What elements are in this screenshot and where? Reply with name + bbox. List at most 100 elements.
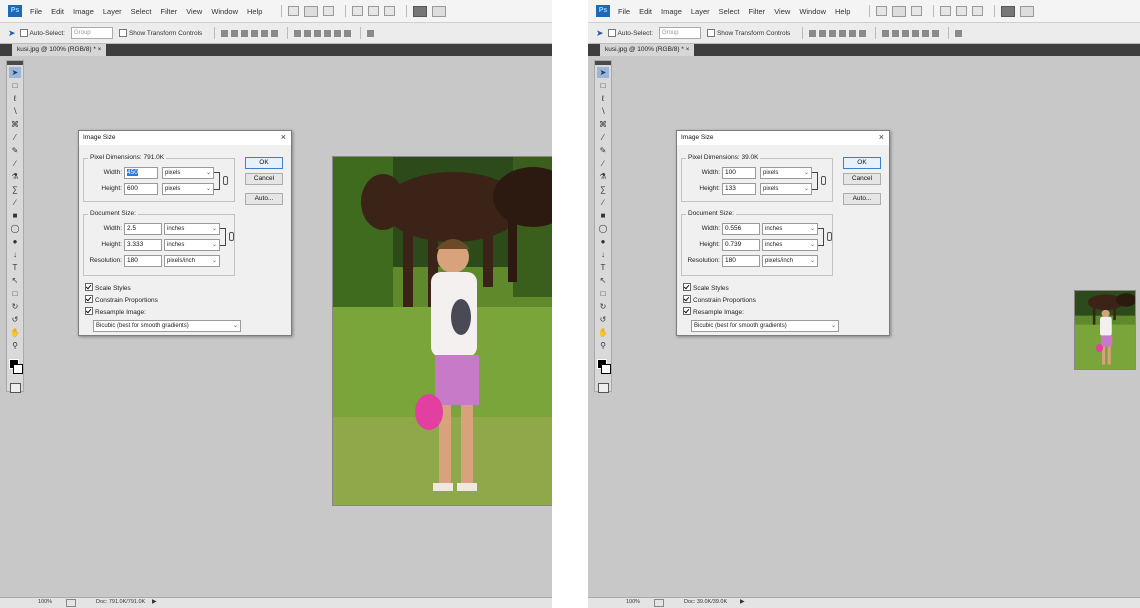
- menu-edit[interactable]: Edit: [639, 7, 652, 16]
- screen-mode-icon[interactable]: [1020, 5, 1035, 17]
- image-canvas[interactable]: [332, 156, 552, 506]
- status-icon[interactable]: [66, 599, 76, 607]
- quick-selection-tool-icon[interactable]: ∖: [9, 106, 21, 117]
- align-hcenter-icon[interactable]: [261, 29, 269, 37]
- zoom-level-icon[interactable]: [911, 6, 923, 16]
- checkbox-checked[interactable]: [683, 307, 691, 315]
- gradient-tool-icon[interactable]: ■: [597, 210, 609, 221]
- doc-width-unit-select[interactable]: inches ⌄: [762, 223, 818, 235]
- menu-file[interactable]: File: [618, 7, 630, 16]
- bridge-icon[interactable]: [288, 6, 300, 16]
- align-left-icon[interactable]: [839, 29, 847, 37]
- height-unit-select[interactable]: pixels ⌄: [760, 183, 812, 195]
- marquee-tool-icon[interactable]: □: [9, 80, 21, 91]
- zoom-tool-icon[interactable]: ⚲: [9, 340, 21, 351]
- type-tool-icon[interactable]: T: [9, 262, 21, 273]
- doc-width-input[interactable]: 0.556: [722, 223, 760, 235]
- arrange-documents-icon[interactable]: [413, 5, 428, 17]
- auto-align-icon[interactable]: [367, 29, 375, 37]
- arrange-documents-icon[interactable]: [1001, 5, 1016, 17]
- checkbox-checked[interactable]: [85, 295, 93, 303]
- color-swatches[interactable]: [7, 357, 23, 377]
- checkbox-checked[interactable]: [85, 307, 93, 315]
- shape-tool-icon[interactable]: □: [9, 288, 21, 299]
- zoom-level[interactable]: 100%: [626, 599, 640, 605]
- ok-button[interactable]: OK: [843, 157, 881, 169]
- blur-tool-icon[interactable]: ◯: [597, 223, 609, 234]
- path-selection-tool-icon[interactable]: ↖: [597, 275, 609, 286]
- constrain-proportions-checkbox[interactable]: Constrain Proportions: [683, 295, 756, 304]
- menu-layer[interactable]: Layer: [103, 7, 122, 16]
- screen-mode-icon[interactable]: [432, 5, 447, 17]
- distribute-bottom-icon[interactable]: [314, 29, 322, 37]
- menu-select[interactable]: Select: [131, 7, 152, 16]
- healing-brush-tool-icon[interactable]: ✎: [597, 145, 609, 156]
- resample-method-select[interactable]: Bicubic (best for smooth gradients) ⌄: [93, 320, 241, 332]
- width-input[interactable]: 100: [722, 167, 756, 179]
- cancel-button[interactable]: Cancel: [245, 173, 283, 185]
- menu-view[interactable]: View: [774, 7, 790, 16]
- rotate-view-icon[interactable]: [972, 6, 984, 16]
- eyedropper-tool-icon[interactable]: ⁄: [9, 132, 21, 143]
- move-tool-icon[interactable]: ➤: [597, 67, 609, 78]
- cancel-button[interactable]: Cancel: [843, 173, 881, 185]
- history-brush-tool-icon[interactable]: ∑: [9, 184, 21, 195]
- hand-tool-icon[interactable]: ✋: [9, 327, 21, 338]
- align-vcenter-icon[interactable]: [231, 29, 239, 37]
- healing-brush-tool-icon[interactable]: ✎: [9, 145, 21, 156]
- lasso-tool-icon[interactable]: ℓ: [597, 93, 609, 104]
- distribute-top-icon[interactable]: [882, 29, 890, 37]
- menu-view[interactable]: View: [186, 7, 202, 16]
- history-brush-tool-icon[interactable]: ∑: [597, 184, 609, 195]
- width-input[interactable]: 450: [124, 167, 158, 179]
- marquee-tool-icon[interactable]: □: [597, 80, 609, 91]
- distribute-left-icon[interactable]: [912, 29, 920, 37]
- close-icon[interactable]: ×: [281, 132, 286, 142]
- align-right-icon[interactable]: [271, 29, 279, 37]
- align-bottom-icon[interactable]: [241, 29, 249, 37]
- menu-edit[interactable]: Edit: [51, 7, 64, 16]
- doc-width-input[interactable]: 2.5: [124, 223, 162, 235]
- show-transform-checkbox[interactable]: [706, 29, 715, 37]
- menu-layer[interactable]: Layer: [691, 7, 710, 16]
- align-left-icon[interactable]: [251, 29, 259, 37]
- auto-select-checkbox[interactable]: [607, 29, 616, 37]
- bridge-icon[interactable]: [876, 6, 888, 16]
- blur-tool-icon[interactable]: ◯: [9, 223, 21, 234]
- path-selection-tool-icon[interactable]: ↖: [9, 275, 21, 286]
- distribute-left-icon[interactable]: [324, 29, 332, 37]
- image-canvas[interactable]: [1074, 290, 1136, 370]
- checkbox-checked[interactable]: [85, 283, 93, 291]
- menu-window[interactable]: Window: [211, 7, 238, 16]
- auto-select-dropdown[interactable]: Group: [70, 27, 113, 39]
- clone-stamp-tool-icon[interactable]: ⚗: [597, 171, 609, 182]
- status-menu-arrow-icon[interactable]: ▶: [740, 598, 745, 605]
- width-unit-select[interactable]: pixels ⌄: [760, 167, 812, 179]
- menu-select[interactable]: Select: [719, 7, 740, 16]
- auto-select-dropdown[interactable]: Group: [658, 27, 701, 39]
- document-tab[interactable]: kusi.jpg @ 100% (RGB/8) * ×: [600, 44, 695, 56]
- menu-window[interactable]: Window: [799, 7, 826, 16]
- checkbox-checked[interactable]: [683, 295, 691, 303]
- move-tool-icon[interactable]: ➤: [596, 28, 604, 39]
- hand-tool-icon[interactable]: ✋: [597, 327, 609, 338]
- height-unit-select[interactable]: pixels ⌄: [162, 183, 214, 195]
- resolution-input[interactable]: 180: [124, 255, 162, 267]
- zoom-tool-icon[interactable]: [956, 6, 968, 16]
- resolution-unit-select[interactable]: pixels/inch ⌄: [762, 255, 818, 267]
- gradient-tool-icon[interactable]: ■: [9, 210, 21, 221]
- clone-stamp-tool-icon[interactable]: ⚗: [9, 171, 21, 182]
- hand-tool-icon[interactable]: [940, 6, 952, 16]
- brush-tool-icon[interactable]: ∕: [9, 158, 21, 169]
- align-bottom-icon[interactable]: [829, 29, 837, 37]
- background-color-swatch[interactable]: [13, 364, 23, 374]
- color-swatches[interactable]: [595, 357, 611, 377]
- distribute-right-icon[interactable]: [932, 29, 940, 37]
- doc-height-unit-select[interactable]: inches ⌄: [164, 239, 220, 251]
- distribute-right-icon[interactable]: [344, 29, 352, 37]
- doc-height-input[interactable]: 0.739: [722, 239, 760, 251]
- distribute-hcenter-icon[interactable]: [922, 29, 930, 37]
- align-vcenter-icon[interactable]: [819, 29, 827, 37]
- menu-help[interactable]: Help: [247, 7, 262, 16]
- 3d-orbit-tool-icon[interactable]: ↺: [9, 314, 21, 325]
